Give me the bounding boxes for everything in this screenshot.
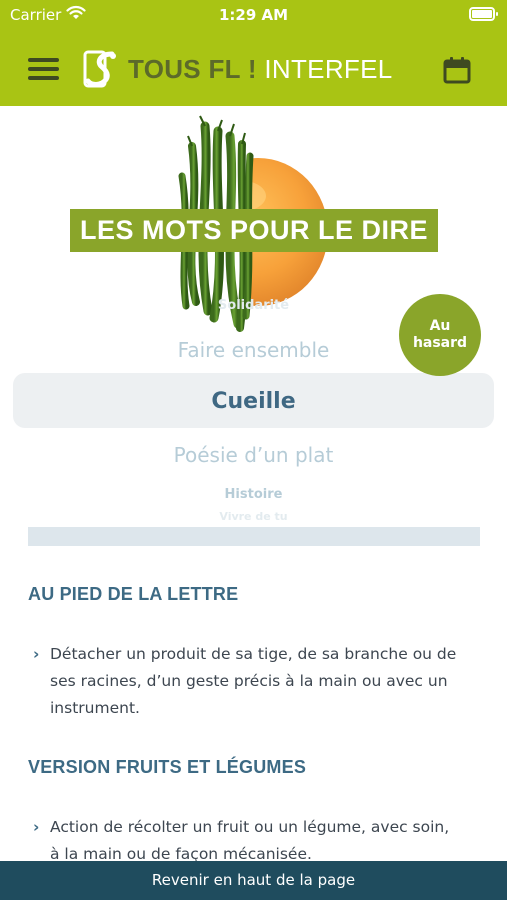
chevron-right-icon: › [33,818,40,836]
section-title-fruits-vegetables: VERSION FRUITS ET LÉGUMES [28,757,307,777]
literal-definition: › Détacher un produit de sa tige, de sa … [33,641,463,722]
fruits-vegetables-definition: › Action de récolter un fruit ou un légu… [33,814,463,868]
clock: 1:29 AM [218,6,289,24]
random-button-line1: Au [429,318,451,334]
back-to-top-button[interactable]: Revenir en haut de la page [0,861,507,900]
fruits-vegetables-definition-text: Action de récolter un fruit ou un légume… [50,818,450,863]
brand-bold-text: TOUS FL ! [128,53,257,84]
brand-logo: TOUS FL ! INTERFEL [82,48,392,90]
hamburger-icon[interactable] [28,58,59,80]
picker-option-below[interactable]: Poésie d’un plat [0,443,507,467]
brand-light-text: INTERFEL [264,53,393,84]
picker-bottom-bar [28,527,480,546]
picker-option-farthest-below[interactable]: Vivre de tu [0,510,507,520]
interfel-logo-icon [83,50,116,88]
random-word-button[interactable]: Au hasard [399,294,481,376]
literal-definition-text: Détacher un produit de sa tige, de sa br… [50,645,457,717]
battery-icon [469,7,498,21]
top-nav-bar: TOUS FL ! INTERFEL [0,32,507,106]
picker-option-far-below[interactable]: Histoire [0,487,507,502]
random-button-line2: hasard [412,335,468,351]
brand-title: TOUS FL ! INTERFEL [128,54,392,85]
chevron-right-icon: › [33,645,40,663]
status-bar: Carrier 1:29 AM [0,0,507,32]
section-title-literal: AU PIED DE LA LETTRE [28,584,239,604]
calendar-icon[interactable] [443,56,471,84]
app-screen: Carrier 1:29 AM TOUS FL ! INTERFEL LES M… [0,0,507,900]
hero-title: LES MOTS POUR LE DIRE [70,209,438,252]
picker-option-selected[interactable]: Cueille [0,389,507,414]
